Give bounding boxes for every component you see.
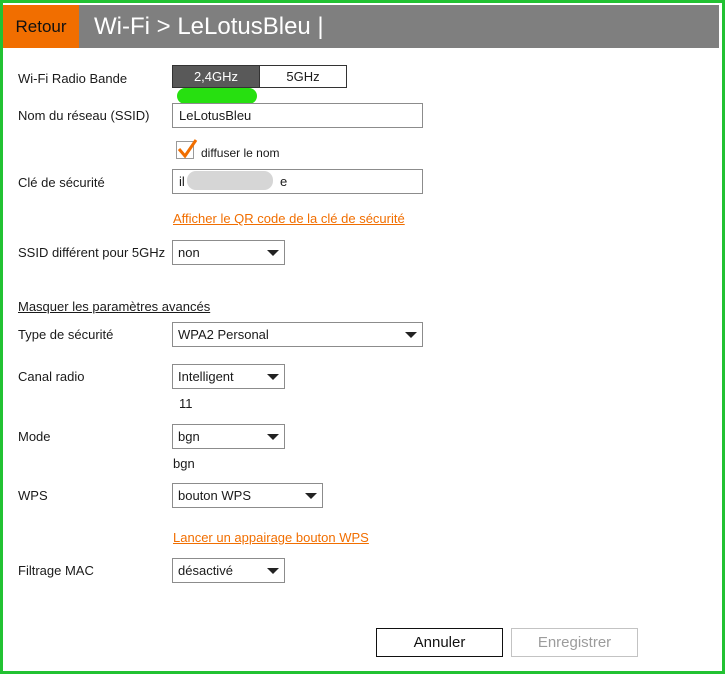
chevron-down-icon xyxy=(267,374,279,380)
band-label: Wi-Fi Radio Bande xyxy=(18,71,128,86)
highlight-mark xyxy=(177,88,257,104)
chevron-down-icon xyxy=(267,568,279,574)
hide-advanced-link[interactable]: Masquer les paramètres avancés xyxy=(18,299,210,314)
chevron-down-icon xyxy=(405,332,417,338)
ssid-5ghz-value: non xyxy=(178,245,200,260)
channel-value: Intelligent xyxy=(178,369,234,384)
broadcast-checkbox[interactable] xyxy=(176,139,198,159)
wps-pairing-link[interactable]: Lancer un appairage bouton WPS xyxy=(173,530,369,545)
security-key-start: il xyxy=(179,174,185,189)
mac-filter-value: désactivé xyxy=(178,563,233,578)
qr-code-link[interactable]: Afficher le QR code de la clé de sécurit… xyxy=(173,211,405,226)
mac-filter-select[interactable]: désactivé xyxy=(172,558,285,583)
mode-label: Mode xyxy=(18,429,51,444)
current-channel: 11 xyxy=(179,396,193,411)
security-key-end: e xyxy=(280,174,288,189)
security-type-value: WPA2 Personal xyxy=(178,327,269,342)
chevron-down-icon xyxy=(267,250,279,256)
band-option-2-4ghz[interactable]: 2,4GHz xyxy=(173,66,260,87)
mode-value: bgn xyxy=(178,429,200,444)
ssid-label: Nom du réseau (SSID) xyxy=(18,108,150,123)
chevron-down-icon xyxy=(305,493,317,499)
band-option-5ghz[interactable]: 5GHz xyxy=(260,66,346,87)
ssid-input[interactable]: LeLotusBleu xyxy=(172,103,423,128)
security-type-select[interactable]: WPA2 Personal xyxy=(172,322,423,347)
wps-value: bouton WPS xyxy=(178,488,251,503)
current-mode: bgn xyxy=(173,456,195,471)
mode-select[interactable]: bgn xyxy=(172,424,285,449)
ssid-5ghz-select[interactable]: non xyxy=(172,240,285,265)
broadcast-label: diffuser le nom xyxy=(201,146,280,160)
channel-label: Canal radio xyxy=(18,369,85,384)
chevron-down-icon xyxy=(267,434,279,440)
security-type-label: Type de sécurité xyxy=(18,327,114,342)
back-button[interactable]: Retour xyxy=(3,5,79,48)
band-selector: 2,4GHz 5GHz xyxy=(172,65,347,88)
redaction-mark xyxy=(187,171,273,190)
page-title: Wi-Fi > LeLotusBleu | xyxy=(94,13,324,40)
wps-label: WPS xyxy=(18,488,48,503)
wps-select[interactable]: bouton WPS xyxy=(172,483,323,508)
cancel-button[interactable]: Annuler xyxy=(376,628,503,657)
save-button: Enregistrer xyxy=(511,628,638,657)
security-key-label: Clé de sécurité xyxy=(18,175,105,190)
channel-select[interactable]: Intelligent xyxy=(172,364,285,389)
page-header: Retour Wi-Fi > LeLotusBleu | xyxy=(3,5,719,48)
checkmark-icon xyxy=(177,139,198,159)
mac-filter-label: Filtrage MAC xyxy=(18,563,94,578)
ssid-5ghz-label: SSID différent pour 5GHz xyxy=(18,245,166,260)
